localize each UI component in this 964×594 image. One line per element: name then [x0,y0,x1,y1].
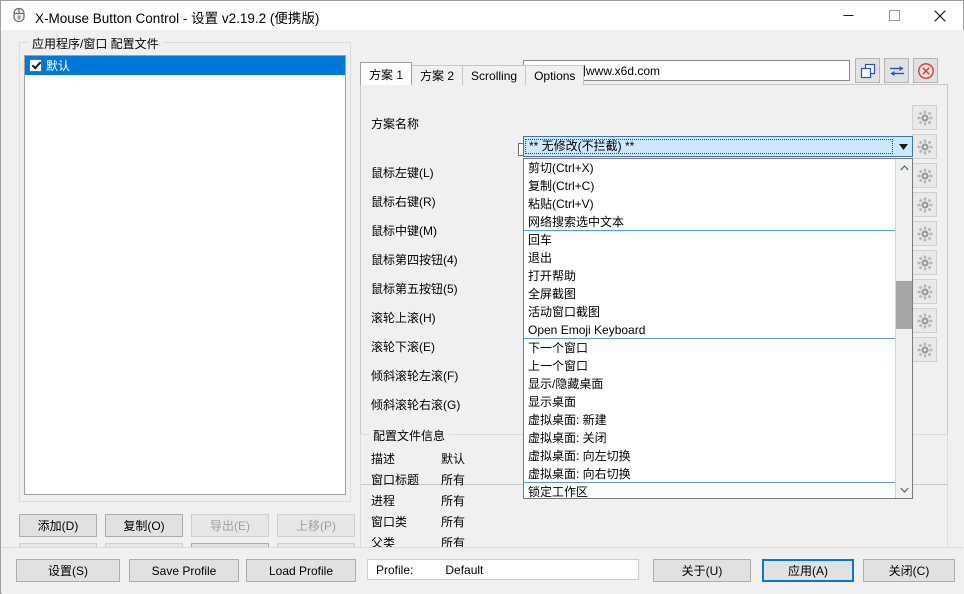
title-bar: X-Mouse Button Control - 设置 v2.19.2 (便携版… [1,1,963,30]
row-label-wheel-up: 滚轮上滚(H) [371,309,436,326]
profile-checkbox[interactable] [29,59,42,72]
profile-list[interactable]: 默认 [24,55,346,495]
info-label-window-class: 窗口类 [371,513,407,530]
row-label-tilt-wheel-right: 倾斜滚轮右滚(G) [371,396,460,413]
info-label-window-title: 窗口标题 [371,471,419,488]
list-item[interactable]: 下一个窗口 [524,339,895,357]
client-area: 应用程序/窗口 配置文件 默认 添加(D) 复制(O) 导出(E) 上移(P) … [2,30,964,594]
action-combobox[interactable]: ** 无修改(不拦截) ** [523,136,913,157]
close-button[interactable]: 关闭(C) [863,559,955,582]
info-value-process: 所有 [441,492,465,509]
profile-status-value: Default [413,563,483,577]
maximize-icon[interactable] [871,1,917,30]
action-dropdown-list[interactable]: 剪切(Ctrl+X) 复制(Ctrl+C) 粘贴(Ctrl+V) 网络搜索选中文… [523,158,913,499]
gear-icon[interactable] [912,250,937,275]
profile-info-group-label: 配置文件信息 [369,427,449,444]
info-value-window-title: 所有 [441,471,465,488]
chevron-down-icon[interactable] [894,137,912,156]
row-label-wheel-down: 滚轮下滚(E) [371,338,435,355]
tab-layer-1[interactable]: 方案 1 [360,62,412,85]
list-item[interactable]: 虚拟桌面: 向左切换 [524,447,895,465]
gear-icon[interactable] [912,134,937,159]
list-item[interactable]: 打开帮助 [524,267,895,285]
tab-options[interactable]: Options [525,65,584,85]
tab-scrolling[interactable]: Scrolling [462,65,526,85]
profiles-group: 应用程序/窗口 配置文件 默认 [19,42,351,502]
list-item[interactable]: 网络搜索选中文本 [524,213,895,231]
list-item[interactable]: 粘贴(Ctrl+V) [524,195,895,213]
dropdown-scrollbar[interactable] [895,159,912,498]
settings-button[interactable]: 设置(S) [16,559,120,582]
info-value-window-class: 所有 [441,513,465,530]
row-label-right-button: 鼠标右键(R) [371,193,436,210]
gear-icon[interactable] [912,105,937,130]
row-label-tilt-wheel-left: 倾斜滚轮左滚(F) [371,367,458,384]
action-combobox-value: ** 无修改(不拦截) ** [525,139,893,154]
window-title: X-Mouse Button Control - 设置 v2.19.2 (便携版… [35,7,319,27]
list-item[interactable]: 退出 [524,249,895,267]
minimize-icon[interactable] [825,1,871,30]
list-item[interactable]: 虚拟桌面: 新建 [524,411,895,429]
gear-icon[interactable] [912,337,937,362]
row-label-middle-button: 鼠标中键(M) [371,222,437,239]
list-item[interactable]: Open Emoji Keyboard [524,321,895,339]
delete-layer-icon[interactable] [913,58,938,83]
profiles-group-label: 应用程序/窗口 配置文件 [28,35,163,52]
list-item[interactable]: 锁定工作区 [524,483,895,498]
list-item[interactable]: 复制(Ctrl+C) [524,177,895,195]
save-profile-button[interactable]: Save Profile [129,559,239,582]
scroll-down-icon[interactable] [896,481,912,498]
scroll-up-icon[interactable] [896,159,912,176]
gear-icon[interactable] [912,192,937,217]
list-item[interactable]: 默认 [25,56,345,75]
profile-status-label: Profile: [368,563,413,577]
row-label-fifth-button: 鼠标第五按钮(5) [371,280,458,297]
list-item[interactable]: 回车 [524,231,895,249]
apply-button[interactable]: 应用(A) [762,559,854,582]
list-item[interactable]: 全屏截图 [524,285,895,303]
info-label-process: 进程 [371,492,395,509]
tab-strip: 方案 1 方案 2 Scrolling Options [360,63,583,85]
swap-layer-icon[interactable] [884,58,909,83]
add-profile-button[interactable]: 添加(D) [19,514,97,537]
close-icon[interactable] [917,1,963,30]
info-value-description: 默认 [441,450,465,467]
list-item[interactable]: 显示桌面 [524,393,895,411]
row-label-fourth-button: 鼠标第四按钮(4) [371,251,458,268]
profile-status-bar: Profile: Default [367,559,639,580]
app-window: X-Mouse Button Control - 设置 v2.19.2 (便携版… [0,0,964,594]
tab-layer-2[interactable]: 方案 2 [411,65,463,85]
gear-icon[interactable] [912,221,937,246]
list-item[interactable]: 虚拟桌面: 关闭 [524,429,895,447]
gear-icon[interactable] [912,163,937,188]
list-item[interactable]: 上一个窗口 [524,357,895,375]
scrollbar-thumb[interactable] [896,281,912,329]
action-dropdown-items: 剪切(Ctrl+X) 复制(Ctrl+C) 粘贴(Ctrl+V) 网络搜索选中文… [524,159,895,498]
list-item[interactable]: 显示/隐藏桌面 [524,375,895,393]
list-item[interactable]: 剪切(Ctrl+X) [524,159,895,177]
gear-icon[interactable] [912,308,937,333]
copy-profile-button[interactable]: 复制(O) [105,514,183,537]
gear-icon[interactable] [912,279,937,304]
export-profile-button: 导出(E) [191,514,269,537]
list-item[interactable]: 活动窗口截图 [524,303,895,321]
load-profile-button[interactable]: Load Profile [246,559,356,582]
move-up-button: 上移(P) [277,514,355,537]
row-label-left-button: 鼠标左键(L) [371,164,434,181]
about-button[interactable]: 关于(U) [653,559,751,582]
layer-name-label: 方案名称 [371,115,419,132]
list-item[interactable]: 虚拟桌面: 向右切换 [524,465,895,483]
copy-layer-icon[interactable] [855,58,880,83]
mouse-icon [10,6,28,24]
info-label-description: 描述 [371,450,395,467]
profile-label: 默认 [46,57,70,74]
